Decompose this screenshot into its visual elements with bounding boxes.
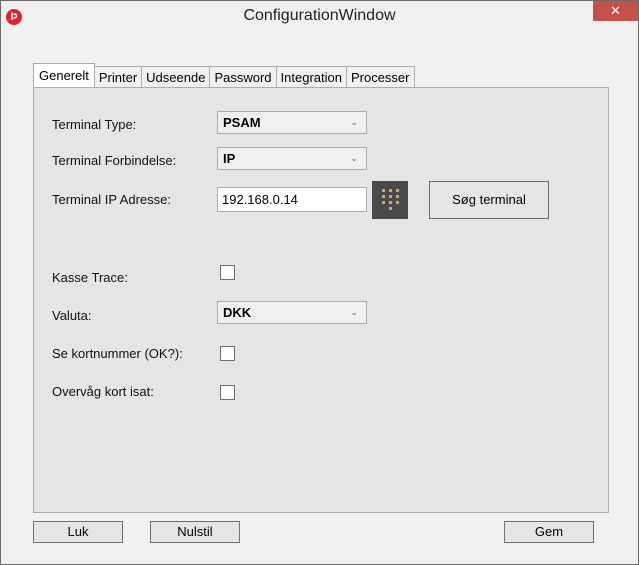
- tab-password[interactable]: Password: [209, 66, 277, 87]
- terminal-connection-value: IP: [223, 151, 236, 166]
- kasse-trace-checkbox[interactable]: [220, 265, 235, 280]
- show-card-number-checkbox[interactable]: [220, 346, 235, 361]
- terminal-ip-label: Terminal IP Adresse:: [52, 192, 171, 207]
- monitor-card-label: Overvåg kort isat:: [52, 384, 154, 399]
- show-card-number-label: Se kortnummer (OK?):: [52, 346, 183, 361]
- chevron-down-icon: ⌄: [350, 153, 358, 163]
- terminal-connection-label: Terminal Forbindelse:: [52, 153, 177, 168]
- tab-processer[interactable]: Processer: [345, 66, 415, 87]
- terminal-connection-dropdown[interactable]: IP ⌄: [217, 147, 367, 170]
- chevron-down-icon: ⌄: [350, 307, 358, 317]
- chevron-down-icon: ⌄: [350, 117, 358, 127]
- generelt-panel: Terminal Type: PSAM ⌄ Terminal Forbindel…: [33, 87, 609, 513]
- save-button[interactable]: Gem: [504, 521, 594, 543]
- terminal-ip-input[interactable]: 192.168.0.14: [217, 187, 367, 212]
- currency-value: DKK: [223, 305, 252, 320]
- search-terminal-button[interactable]: Søg terminal: [429, 181, 549, 219]
- configuration-window: Þ ConfigurationWindow ✕ Generelt Printer…: [0, 0, 639, 565]
- terminal-type-dropdown[interactable]: PSAM ⌄: [217, 111, 367, 134]
- tab-generelt[interactable]: Generelt: [33, 63, 95, 87]
- tab-udseende[interactable]: Udseende: [141, 66, 211, 87]
- currency-label: Valuta:: [52, 308, 92, 323]
- tab-printer[interactable]: Printer: [93, 66, 143, 87]
- terminal-type-label: Terminal Type:: [52, 117, 137, 132]
- close-window-button[interactable]: ✕: [593, 1, 638, 21]
- reset-button[interactable]: Nulstil: [150, 521, 240, 543]
- tab-strip: Generelt Printer Udseende Password Integ…: [33, 63, 415, 87]
- close-button[interactable]: Luk: [33, 521, 123, 543]
- keypad-icon[interactable]: [372, 181, 408, 219]
- window-title: ConfigurationWindow: [243, 7, 396, 24]
- tab-integration[interactable]: Integration: [275, 66, 347, 87]
- terminal-type-value: PSAM: [223, 115, 261, 130]
- title-bar[interactable]: Þ ConfigurationWindow ✕: [1, 1, 638, 31]
- kasse-trace-label: Kasse Trace:: [52, 270, 128, 285]
- currency-dropdown[interactable]: DKK ⌄: [217, 301, 367, 324]
- monitor-card-checkbox[interactable]: [220, 385, 235, 400]
